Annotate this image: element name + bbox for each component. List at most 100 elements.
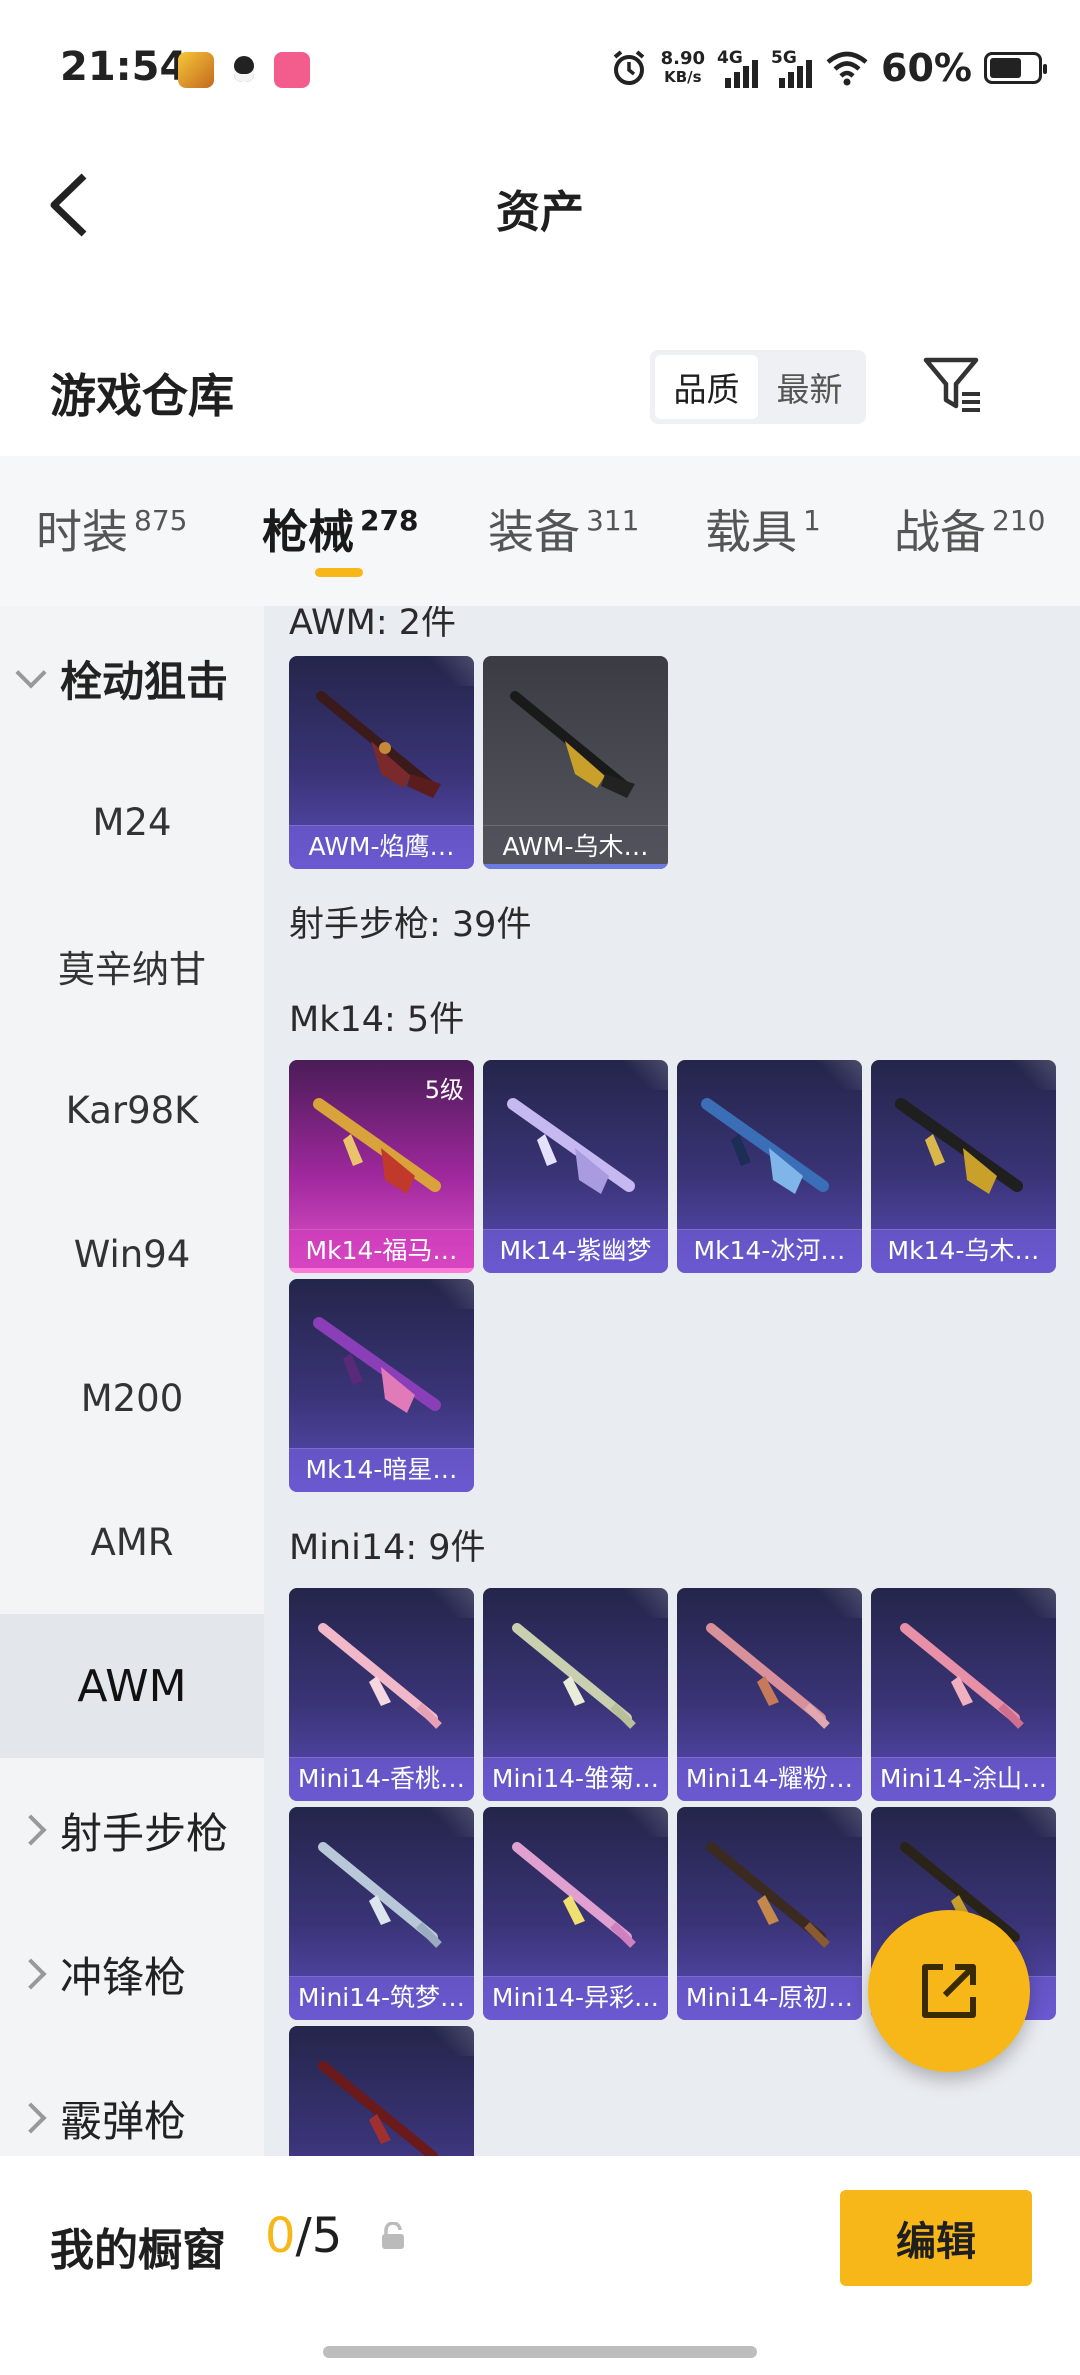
tab-equipment[interactable]: 装备 311 xyxy=(488,496,639,562)
alarm-icon xyxy=(613,50,644,85)
item-card[interactable]: Mini14-雏菊… xyxy=(483,1588,668,1801)
item-card[interactable]: Mini14-原初… xyxy=(677,1807,862,2020)
rifle-icon xyxy=(701,1098,829,1194)
sort-quality[interactable]: 品质 xyxy=(655,355,758,419)
item-card[interactable]: Mini14-香桃… xyxy=(289,1588,474,1801)
bilibili-icon xyxy=(274,52,310,88)
item-name: Mini14-原初… xyxy=(685,1983,854,2012)
rifle-icon xyxy=(316,691,441,798)
item-name: Mini14-筑梦… xyxy=(297,1983,466,2012)
sort-newest[interactable]: 最新 xyxy=(758,355,861,419)
chevron-right-icon xyxy=(15,2102,47,2134)
rifle-icon xyxy=(313,1317,441,1413)
unlock-icon xyxy=(382,2222,404,2249)
item-card[interactable]: Mk14-冰河… xyxy=(677,1060,862,1273)
section-label-awm: AWM: 2件 xyxy=(289,606,457,643)
sidebar-group-smg[interactable]: 冲锋枪 xyxy=(0,1902,264,2046)
battery-icon xyxy=(984,52,1047,84)
rifle-icon xyxy=(318,2061,438,2156)
sidebar-item-mosin[interactable]: 莫辛纳甘 xyxy=(0,894,264,1038)
tab-gear[interactable]: 战备 210 xyxy=(894,496,1045,562)
item-name: Mini14-耀粉… xyxy=(685,1764,854,1793)
item-card[interactable]: Mini14-耀粉… xyxy=(677,1588,862,1801)
item-card[interactable]: AWM-乌木… xyxy=(483,656,668,869)
wifi-icon xyxy=(826,51,868,86)
filter-button[interactable] xyxy=(922,354,984,416)
rifle-icon xyxy=(895,1098,1023,1194)
rifle-icon xyxy=(313,1098,441,1194)
sidebar-item-awm[interactable]: AWM xyxy=(0,1614,264,1758)
status-bar: 21:54 8.90 KB/s 4G 5G 60% xyxy=(0,0,1080,140)
share-icon xyxy=(922,1964,976,2018)
item-name: Mk14-冰河… xyxy=(693,1236,846,1265)
rifle-icon xyxy=(706,1842,830,1948)
item-name: Mini14-涂山… xyxy=(879,1764,1048,1793)
item-name: Mini14-雏菊… xyxy=(491,1764,660,1793)
rifle-icon xyxy=(318,1842,442,1948)
item-card[interactable] xyxy=(289,2026,474,2156)
tab-guns[interactable]: 枪械 278 xyxy=(262,496,418,562)
qq-icon xyxy=(226,52,262,88)
status-indicators: 8.90 KB/s 4G 5G 60% xyxy=(609,46,1047,90)
showcase-bar: 我的橱窗 0/5 编辑 xyxy=(0,2156,1080,2375)
rifle-icon xyxy=(900,1623,1024,1729)
sidebar-group-dmr[interactable]: 射手步枪 xyxy=(0,1758,264,1902)
net-speed: 8.90 KB/s xyxy=(660,48,706,87)
category-tabs: 时装 875 枪械 278 装备 311 载具 1 战备 210 xyxy=(0,456,1080,606)
sidebar-item-amr[interactable]: AMR xyxy=(0,1470,264,1614)
item-name: Mini14-香桃… xyxy=(297,1764,466,1793)
item-name: Mk14-紫幽梦 xyxy=(499,1236,652,1265)
chevron-down-icon xyxy=(15,657,47,689)
status-time: 21:54 xyxy=(60,44,188,90)
sidebar-item-m200[interactable]: M200 xyxy=(0,1326,264,1470)
section-label-dmr: 射手步枪: 39件 xyxy=(289,905,532,945)
item-name: Mini14-异彩… xyxy=(491,1983,660,2012)
sort-toggle: 品质 最新 xyxy=(650,350,866,424)
item-card[interactable]: Mini14-筑梦… xyxy=(289,1807,474,2020)
item-card[interactable]: Mk14-紫幽梦 xyxy=(483,1060,668,1273)
rifle-icon xyxy=(512,1623,636,1729)
item-card[interactable]: Mk14-暗星… xyxy=(289,1279,474,1492)
item-name: AWM-乌木… xyxy=(502,832,649,861)
sidebar-group-shotgun[interactable]: 霰弹枪 xyxy=(0,2046,264,2156)
item-card[interactable]: 5级 Mk14-福马… xyxy=(289,1060,474,1273)
tab-vehicles[interactable]: 载具 1 xyxy=(705,496,821,562)
item-card[interactable]: Mini14-异彩… xyxy=(483,1807,668,2020)
item-card[interactable]: Mini14-涂山… xyxy=(871,1588,1056,1801)
sidebar-item-win94[interactable]: Win94 xyxy=(0,1182,264,1326)
filter-icon xyxy=(923,357,980,412)
home-indicator[interactable] xyxy=(323,2346,757,2358)
notification-icons xyxy=(178,52,310,88)
showcase-label: 我的橱窗 xyxy=(50,2225,226,2276)
sidebar-item-kar98k[interactable]: Kar98K xyxy=(0,1038,264,1182)
signal-5g-icon: 5G xyxy=(771,48,813,88)
item-card[interactable]: AWM-焰鹰… xyxy=(289,656,474,869)
section-label-mini14: Mini14: 9件 xyxy=(289,1528,486,1568)
share-fab-button[interactable] xyxy=(868,1910,1030,2072)
warehouse-title: 游戏仓库 xyxy=(50,369,234,423)
tab-fashion[interactable]: 时装 875 xyxy=(36,496,187,562)
item-name: AWM-焰鹰… xyxy=(308,832,455,861)
page-title: 资产 xyxy=(496,187,584,238)
sidebar-group-bolt-action[interactable]: 栓动狙击 xyxy=(0,606,264,750)
header: 资产 xyxy=(0,140,1080,270)
rifle-icon xyxy=(507,1098,635,1194)
chevron-right-icon xyxy=(15,1814,47,1846)
rifle-icon xyxy=(512,1842,636,1948)
battery-percent: 60% xyxy=(881,46,972,90)
section-label-mk14: Mk14: 5件 xyxy=(289,1000,465,1040)
rifle-icon xyxy=(318,1623,442,1729)
item-name: Mk14-福马… xyxy=(305,1236,458,1265)
item-card[interactable]: Mk14-乌木… xyxy=(871,1060,1056,1273)
sidebar: 栓动狙击 M24 莫辛纳甘 Kar98K Win94 M200 AMR AWM … xyxy=(0,606,264,2156)
warehouse-header: 游戏仓库 品质 最新 xyxy=(0,330,1080,450)
active-tab-indicator xyxy=(315,568,363,577)
rifle-icon xyxy=(510,691,635,798)
game-app-icon xyxy=(178,52,214,88)
sidebar-item-m24[interactable]: M24 xyxy=(0,750,264,894)
signal-4g-icon: 4G xyxy=(717,48,759,88)
rifle-icon xyxy=(706,1623,830,1729)
edit-button[interactable]: 编辑 xyxy=(840,2190,1032,2286)
chevron-right-icon xyxy=(15,1958,47,1990)
showcase-count: 0/5 xyxy=(265,2208,343,2264)
